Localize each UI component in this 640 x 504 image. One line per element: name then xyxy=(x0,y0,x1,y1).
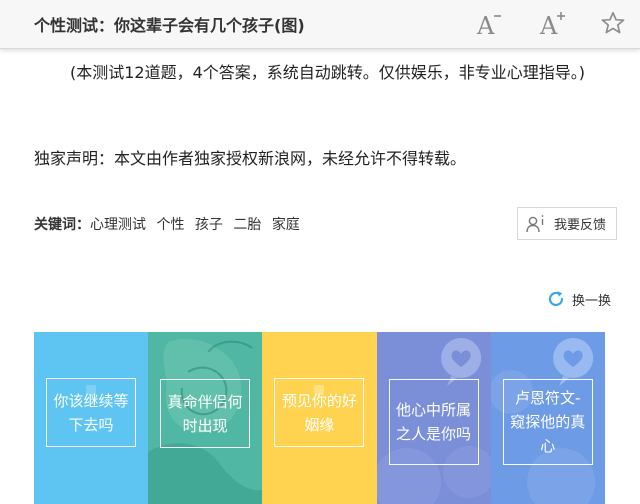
favorite-button[interactable] xyxy=(596,6,630,40)
feedback-label: 我要反馈 xyxy=(554,218,607,233)
quiz-card-label: 他心中所属之人是你吗 xyxy=(388,379,479,465)
refresh-icon xyxy=(546,289,566,309)
quiz-card-label: 你该继续等下去吗 xyxy=(46,378,136,447)
quiz-card-label: 真命伴侣何时出现 xyxy=(160,379,251,448)
keywords-label: 关键词： xyxy=(34,217,90,233)
quiz-card[interactable]: 你该继续等下去吗 xyxy=(34,332,149,504)
page-title: 个性测试：你这辈子会有几个孩子(图) xyxy=(34,16,305,35)
quiz-card[interactable]: 真命伴侣何时出现 xyxy=(148,332,263,504)
feedback-button[interactable]: 我要反馈 xyxy=(517,207,617,240)
font-decrease-icon: A xyxy=(476,12,501,38)
keyword-tag[interactable]: 个性 xyxy=(156,217,184,233)
quiz-card[interactable]: 预见你的好姻缘 xyxy=(262,332,377,504)
keyword-tag[interactable]: 家庭 xyxy=(272,217,300,233)
article-intro: (本测试12道题，4个答案，系统自动跳转。仅供娱乐，非专业心理指导。) xyxy=(70,63,586,82)
keyword-tag[interactable]: 心理测试 xyxy=(90,217,146,233)
user-info-icon xyxy=(518,213,554,235)
quiz-card-label: 卢恩符文-窥探他的真心 xyxy=(502,379,593,465)
keywords: 关键词：心理测试 个性 孩子 二胎 家庭 xyxy=(34,214,300,234)
top-bar: 个性测试：你这辈子会有几个孩子(图) A A xyxy=(0,0,640,49)
font-increase-button[interactable]: A xyxy=(536,6,570,40)
svg-text:A: A xyxy=(476,12,495,38)
font-increase-icon: A xyxy=(539,12,565,38)
svg-text:A: A xyxy=(539,12,558,38)
quiz-card-label: 预见你的好姻缘 xyxy=(274,378,365,447)
refresh-label: 换一换 xyxy=(572,293,612,309)
quiz-card[interactable]: 他心中所属之人是你吗 xyxy=(376,332,491,504)
quiz-card[interactable]: 卢恩符文-窥探他的真心 xyxy=(490,332,605,504)
article-declaration: 独家声明：本文由作者独家授权新浪网，未经允许不得转载。 xyxy=(34,149,467,168)
keyword-tag[interactable]: 孩子 xyxy=(195,217,223,233)
star-icon xyxy=(601,11,625,34)
recommendation-cards: 你该继续等下去吗 真命伴侣何时出现 预见你的好姻缘 他心中所属之人是你吗 卢恩符… xyxy=(34,332,605,504)
font-decrease-button[interactable]: A xyxy=(472,6,506,40)
refresh-button[interactable]: 换一换 xyxy=(546,289,611,309)
keyword-tag[interactable]: 二胎 xyxy=(233,217,261,233)
